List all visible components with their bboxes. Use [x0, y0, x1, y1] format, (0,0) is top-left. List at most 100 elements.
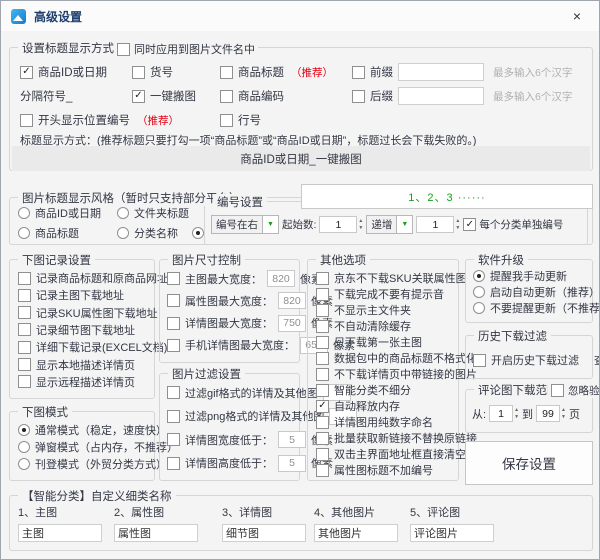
- upgrade-item-2[interactable]: 不要提醒更新（不推荐）: [473, 300, 590, 316]
- category-2-input[interactable]: [114, 524, 198, 542]
- radio-button[interactable]: [18, 458, 30, 470]
- checkbox[interactable]: [167, 272, 180, 285]
- suffix-input[interactable]: [398, 87, 484, 105]
- checkbox[interactable]: [316, 448, 329, 461]
- close-icon[interactable]: ×: [565, 6, 589, 26]
- upgrade-item-1[interactable]: 启动自动更新（推荐）: [473, 284, 590, 300]
- checkbox[interactable]: [316, 464, 329, 477]
- radio-button[interactable]: [117, 207, 129, 219]
- checkbox[interactable]: [167, 339, 180, 352]
- title-mode-cell-7[interactable]: 后缀最多输入6个汉字: [352, 87, 588, 105]
- title-mode-cell-8[interactable]: 开头显示位置编号（推荐）: [20, 112, 132, 128]
- checkbox[interactable]: [220, 66, 233, 79]
- checkbox[interactable]: [167, 410, 180, 423]
- checkbox[interactable]: [167, 457, 180, 470]
- per-category-checkbox[interactable]: ✓: [463, 218, 476, 231]
- checkbox[interactable]: [18, 306, 31, 319]
- start-number-input[interactable]: 1: [319, 216, 357, 233]
- radio-button[interactable]: [473, 302, 485, 314]
- size-item-0[interactable]: 主图最大宽度：820像素: [167, 270, 297, 287]
- record-item-1[interactable]: 记录主图下载地址: [18, 287, 152, 303]
- record-item-0[interactable]: 记录商品标题和原商品网址: [18, 270, 152, 286]
- other-item-7[interactable]: 智能分类不细分: [316, 382, 456, 398]
- other-item-8[interactable]: ✓自动释放内存: [316, 398, 456, 414]
- record-item-2[interactable]: 记录SKU属性图下载地址: [18, 305, 152, 321]
- style-radio-0[interactable]: 商品ID或日期: [18, 205, 112, 221]
- view-link[interactable]: 查看: [594, 352, 600, 368]
- other-item-5[interactable]: 数据包中的商品标题不格式化: [316, 350, 456, 366]
- checkbox[interactable]: [18, 272, 31, 285]
- other-item-1[interactable]: 下载完成不要有提示音: [316, 286, 456, 302]
- other-item-0[interactable]: 京东不下载SKU关联属性图: [316, 270, 456, 286]
- style-radio-1[interactable]: 文件夹标题: [117, 205, 211, 221]
- radio-button[interactable]: [18, 207, 30, 219]
- record-item-4[interactable]: 详细下载记录(EXCEL文档): [18, 339, 152, 355]
- size-value-input[interactable]: 820: [267, 270, 295, 287]
- title-mode-cell-6[interactable]: 商品编码: [220, 88, 352, 104]
- checkbox[interactable]: [316, 336, 329, 349]
- filter-value-input[interactable]: 5: [278, 455, 306, 472]
- checkbox[interactable]: [316, 384, 329, 397]
- size-item-1[interactable]: 属性图最大宽度：820像素: [167, 292, 297, 309]
- other-item-10[interactable]: 批量获取新链接不替换原链接: [316, 430, 456, 446]
- checkbox[interactable]: [20, 114, 33, 127]
- filter-item-3[interactable]: 详情图高度低于：5像素: [167, 455, 297, 472]
- spinner[interactable]: ▲▼: [455, 219, 460, 231]
- checkbox[interactable]: [18, 341, 31, 354]
- style-radio-3[interactable]: 分类名称: [117, 225, 187, 241]
- upgrade-item-0[interactable]: 提醒我手动更新: [473, 268, 590, 284]
- title-mode-cell-5[interactable]: ✓一键搬图: [132, 88, 220, 104]
- checkbox[interactable]: [316, 320, 329, 333]
- record-item-3[interactable]: 记录细节图下载地址: [18, 322, 152, 338]
- down-mode-item-0[interactable]: 通常模式（稳定，速度快）: [18, 422, 152, 438]
- save-settings-button[interactable]: 保存设置: [465, 441, 593, 485]
- category-1-input[interactable]: [18, 524, 102, 542]
- checkbox[interactable]: [167, 386, 180, 399]
- checkbox[interactable]: [18, 323, 31, 336]
- category-4-input[interactable]: [314, 524, 398, 542]
- style-radio-2[interactable]: 商品标题: [18, 225, 112, 241]
- radio-button[interactable]: [18, 424, 30, 436]
- title-mode-cell-3[interactable]: 前缀最多输入6个汉字: [352, 63, 588, 81]
- other-item-3[interactable]: 不自动清除缓存: [316, 318, 456, 334]
- checkbox[interactable]: [220, 114, 233, 127]
- other-item-6[interactable]: 不下载详情页中带链接的图片: [316, 366, 456, 382]
- other-item-9[interactable]: 详情图用纯数字命名: [316, 414, 456, 430]
- checkbox[interactable]: [316, 368, 329, 381]
- step-mode-select[interactable]: 递增 ▼: [366, 215, 413, 234]
- radio-button[interactable]: [473, 286, 485, 298]
- checkbox[interactable]: [18, 289, 31, 302]
- down-mode-item-1[interactable]: 弹窗模式（占内存，不推荐）: [18, 439, 152, 455]
- spinner[interactable]: ▲▼: [514, 408, 519, 420]
- checkbox[interactable]: [316, 416, 329, 429]
- radio-button[interactable]: [117, 227, 129, 239]
- number-position-select[interactable]: 编号在右 ▼: [211, 215, 279, 234]
- radio-button[interactable]: [473, 270, 485, 282]
- to-page-input[interactable]: 99: [536, 405, 560, 422]
- checkbox[interactable]: [167, 317, 180, 330]
- spinner[interactable]: ▲▼: [358, 219, 363, 231]
- checkbox[interactable]: [167, 433, 180, 446]
- category-3-input[interactable]: [222, 524, 306, 542]
- category-5-input[interactable]: [410, 524, 494, 542]
- filter-item-2[interactable]: 详情图宽度低于：5像素: [167, 431, 297, 448]
- down-mode-item-2[interactable]: 刊登模式（外贸分类方式）: [18, 456, 152, 472]
- record-item-5[interactable]: 显示本地描述详情页: [18, 357, 152, 373]
- prefix-input[interactable]: [398, 63, 484, 81]
- radio-button[interactable]: [18, 227, 30, 239]
- checkbox[interactable]: [316, 288, 329, 301]
- radio-button[interactable]: [192, 227, 204, 239]
- chevron-down-icon[interactable]: ▼: [263, 215, 279, 234]
- apply-to-filename-checkbox[interactable]: 同时应用到图片文件名中: [114, 41, 258, 57]
- checkbox[interactable]: [18, 375, 31, 388]
- other-item-4[interactable]: 只下载第一张主图: [316, 334, 456, 350]
- checkbox[interactable]: [132, 66, 145, 79]
- checkbox[interactable]: [167, 294, 180, 307]
- size-value-input[interactable]: 820: [278, 292, 306, 309]
- from-page-input[interactable]: 1: [489, 405, 513, 422]
- skip-verify-checkbox[interactable]: 忽略验证: [548, 383, 600, 398]
- step-value-input[interactable]: 1: [416, 216, 454, 233]
- checkbox[interactable]: [316, 352, 329, 365]
- other-item-12[interactable]: 属性图标题不加编号: [316, 462, 456, 478]
- other-item-2[interactable]: 不显示主文件夹: [316, 302, 456, 318]
